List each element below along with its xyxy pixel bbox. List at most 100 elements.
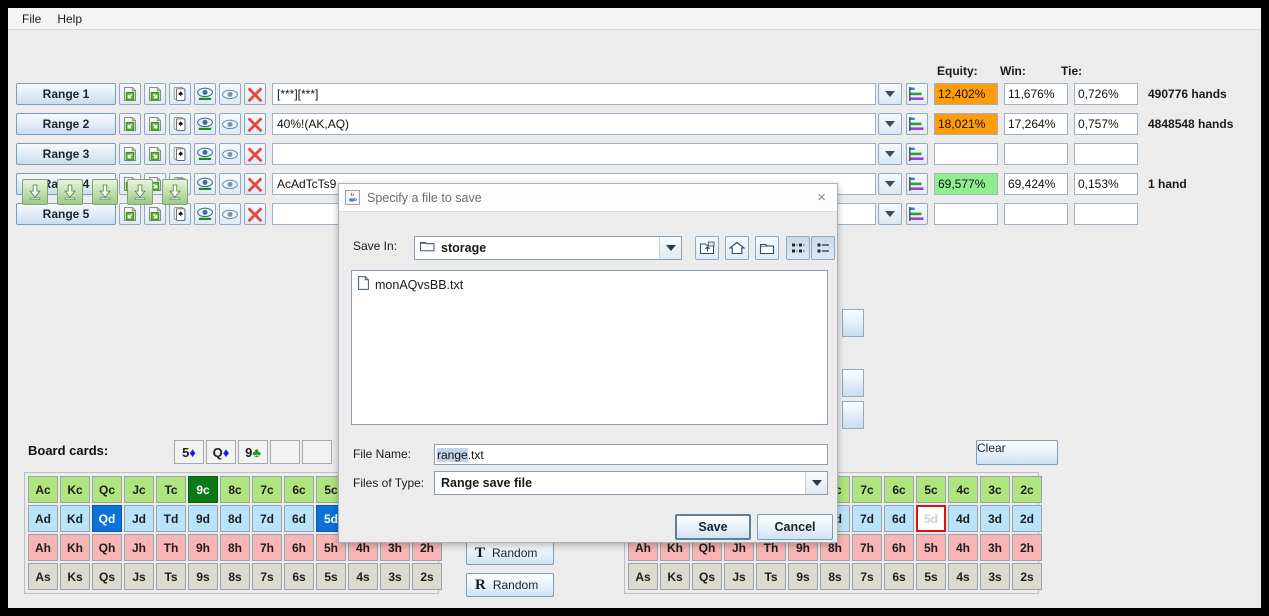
eye-active-icon-row2[interactable] bbox=[194, 113, 216, 135]
card-cell-8s[interactable]: 8s bbox=[220, 563, 250, 590]
range-chart-button-2[interactable] bbox=[906, 113, 928, 135]
file-list[interactable]: monAQvsBB.txt bbox=[351, 270, 828, 425]
eye-active-icon-row1[interactable] bbox=[194, 83, 216, 105]
card-cell-6d[interactable]: 6d bbox=[284, 505, 314, 532]
card-cell-5d[interactable]: 5d bbox=[916, 505, 946, 532]
card-cell-Kh[interactable]: Kh bbox=[60, 534, 90, 561]
board-slot-4[interactable] bbox=[270, 440, 300, 464]
card-cell-9s[interactable]: 9s bbox=[188, 563, 218, 590]
new-folder-icon[interactable] bbox=[755, 236, 779, 260]
eye-active-icon-row4[interactable] bbox=[194, 173, 216, 195]
equity-field-5[interactable] bbox=[934, 203, 998, 225]
cards-icon-row1[interactable] bbox=[169, 83, 191, 105]
close-icon[interactable]: × bbox=[812, 189, 831, 206]
card-cell-5s[interactable]: 5s bbox=[316, 563, 346, 590]
tie-field-4[interactable]: 0,153% bbox=[1074, 173, 1138, 195]
range-chart-button-5[interactable] bbox=[906, 203, 928, 225]
card-cell-5c[interactable]: 5c bbox=[916, 476, 946, 503]
range-text-input-3[interactable] bbox=[272, 143, 876, 165]
card-cell-7h[interactable]: 7h bbox=[852, 534, 882, 561]
range-history-dropdown-1[interactable] bbox=[878, 83, 902, 105]
card-cell-6h[interactable]: 6h bbox=[284, 534, 314, 561]
card-cell-4s[interactable]: 4s bbox=[348, 563, 378, 590]
card-cell-Qh[interactable]: Qh bbox=[92, 534, 122, 561]
card-cell-Tc[interactable]: Tc bbox=[156, 476, 186, 503]
eye-icon-row4[interactable] bbox=[219, 173, 241, 195]
stack-button-3[interactable] bbox=[842, 401, 864, 429]
card-cell-Ts[interactable]: Ts bbox=[156, 563, 186, 590]
delete-range-icon-row1[interactable] bbox=[244, 83, 266, 105]
file-type-combobox[interactable]: Range save file bbox=[434, 471, 828, 495]
details-view-icon[interactable] bbox=[786, 236, 810, 260]
apply-range-button-5[interactable] bbox=[162, 179, 188, 205]
card-cell-4d[interactable]: 4d bbox=[948, 505, 978, 532]
range-history-dropdown-2[interactable] bbox=[878, 113, 902, 135]
delete-range-icon-row4[interactable] bbox=[244, 173, 266, 195]
apply-range-button-2[interactable] bbox=[57, 179, 83, 205]
range-button-2[interactable]: Range 2 bbox=[16, 113, 116, 135]
cancel-button[interactable]: Cancel bbox=[757, 514, 833, 540]
card-cell-6d[interactable]: 6d bbox=[884, 505, 914, 532]
list-item[interactable]: monAQvsBB.txt bbox=[356, 275, 823, 294]
tie-field-1[interactable]: 0,726% bbox=[1074, 83, 1138, 105]
card-cell-6s[interactable]: 6s bbox=[884, 563, 914, 590]
card-cell-Qd[interactable]: Qd bbox=[92, 505, 122, 532]
list-view-icon[interactable] bbox=[811, 236, 835, 260]
card-cell-Th[interactable]: Th bbox=[156, 534, 186, 561]
equity-field-3[interactable] bbox=[934, 143, 998, 165]
card-cell-Jh[interactable]: Jh bbox=[124, 534, 154, 561]
save-in-combobox[interactable]: storage bbox=[414, 236, 682, 260]
stack-button-2[interactable] bbox=[842, 369, 864, 397]
card-cell-Js[interactable]: Js bbox=[724, 563, 754, 590]
card-cell-As[interactable]: As bbox=[628, 563, 658, 590]
card-cell-Ah[interactable]: Ah bbox=[28, 534, 58, 561]
equity-field-4[interactable]: 69,577% bbox=[934, 173, 998, 195]
card-cell-8c[interactable]: 8c bbox=[220, 476, 250, 503]
card-cell-Qs[interactable]: Qs bbox=[692, 563, 722, 590]
card-cell-2s[interactable]: 2s bbox=[1012, 563, 1042, 590]
card-cell-Kd[interactable]: Kd bbox=[60, 505, 90, 532]
cards-icon-row5[interactable] bbox=[169, 203, 191, 225]
save-range-icon-row2[interactable] bbox=[144, 113, 166, 135]
card-cell-5h[interactable]: 5h bbox=[916, 534, 946, 561]
cards-icon-row3[interactable] bbox=[169, 143, 191, 165]
range-button-5[interactable]: Range 5 bbox=[16, 203, 116, 225]
stack-button-1[interactable] bbox=[842, 309, 864, 337]
range-button-1[interactable]: Range 1 bbox=[16, 83, 116, 105]
card-cell-8d[interactable]: 8d bbox=[220, 505, 250, 532]
card-cell-9h[interactable]: 9h bbox=[188, 534, 218, 561]
range-history-dropdown-3[interactable] bbox=[878, 143, 902, 165]
card-cell-9s[interactable]: 9s bbox=[788, 563, 818, 590]
home-icon[interactable] bbox=[725, 236, 749, 260]
card-cell-7s[interactable]: 7s bbox=[852, 563, 882, 590]
win-field-5[interactable] bbox=[1004, 203, 1068, 225]
card-cell-Qs[interactable]: Qs bbox=[92, 563, 122, 590]
win-field-4[interactable]: 69,424% bbox=[1004, 173, 1068, 195]
range-button-3[interactable]: Range 3 bbox=[16, 143, 116, 165]
card-cell-8h[interactable]: 8h bbox=[220, 534, 250, 561]
cards-icon-row2[interactable] bbox=[169, 113, 191, 135]
random-t-button[interactable]: T Random bbox=[466, 541, 554, 565]
win-field-3[interactable] bbox=[1004, 143, 1068, 165]
board-slot-3[interactable]: 9 ♣ bbox=[238, 440, 268, 464]
range-text-input-2[interactable]: 40%!(AK,AQ) bbox=[272, 113, 876, 135]
win-field-2[interactable]: 17,264% bbox=[1004, 113, 1068, 135]
apply-range-button-4[interactable] bbox=[127, 179, 153, 205]
load-range-icon-row5[interactable] bbox=[119, 203, 141, 225]
card-cell-As[interactable]: As bbox=[28, 563, 58, 590]
tie-field-5[interactable] bbox=[1074, 203, 1138, 225]
tie-field-3[interactable] bbox=[1074, 143, 1138, 165]
card-cell-Kc[interactable]: Kc bbox=[60, 476, 90, 503]
card-cell-7d[interactable]: 7d bbox=[252, 505, 282, 532]
up-one-level-icon[interactable] bbox=[695, 236, 719, 260]
load-range-icon-row2[interactable] bbox=[119, 113, 141, 135]
eye-active-icon-row5[interactable] bbox=[194, 203, 216, 225]
save-range-icon-row5[interactable] bbox=[144, 203, 166, 225]
delete-range-icon-row5[interactable] bbox=[244, 203, 266, 225]
delete-range-icon-row3[interactable] bbox=[244, 143, 266, 165]
card-cell-Td[interactable]: Td bbox=[156, 505, 186, 532]
card-cell-4c[interactable]: 4c bbox=[948, 476, 978, 503]
card-cell-9c[interactable]: 9c bbox=[188, 476, 218, 503]
card-cell-7c[interactable]: 7c bbox=[252, 476, 282, 503]
card-cell-Qc[interactable]: Qc bbox=[92, 476, 122, 503]
